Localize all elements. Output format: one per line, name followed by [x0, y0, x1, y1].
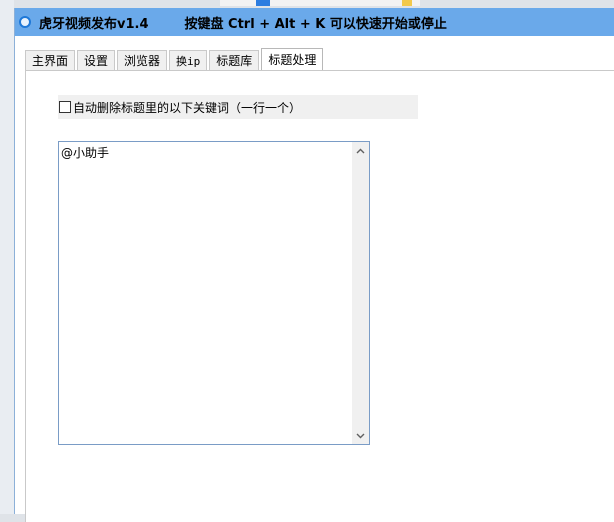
chevron-down-icon[interactable]	[352, 427, 369, 444]
background-desktop	[0, 0, 14, 514]
chevron-up-icon[interactable]	[352, 142, 369, 159]
tab-title-processing[interactable]: 标题处理	[261, 48, 324, 70]
auto-delete-label[interactable]: 自动删除标题里的以下关键词（一行一个）	[73, 99, 301, 116]
tab-main[interactable]: 主界面	[25, 50, 76, 70]
background-selection-marker	[256, 0, 270, 6]
tab-change-ip-label: 换ip	[176, 55, 201, 68]
tab-settings[interactable]: 设置	[77, 50, 116, 70]
tab-strip: 主界面 设置 浏览器 换ip 标题库 标题处理	[25, 48, 325, 70]
window-title: 虎牙视频发布v1.4	[39, 16, 149, 32]
textarea-scrollbar[interactable]	[352, 142, 369, 444]
title-processing-panel: 自动删除标题里的以下关键词（一行一个） @小助手	[25, 70, 614, 522]
app-logo-icon	[19, 16, 31, 28]
hotkey-hint: 按键盘 Ctrl + Alt + K 可以快速开始或停止	[184, 16, 447, 32]
auto-delete-checkbox[interactable]	[59, 101, 71, 113]
tab-title-library[interactable]: 标题库	[209, 50, 260, 70]
keywords-text[interactable]: @小助手	[61, 144, 109, 161]
keywords-textarea[interactable]: @小助手	[58, 141, 370, 445]
background-folder-icon	[402, 0, 412, 6]
title-bar[interactable]: 虎牙视频发布v1.4 按键盘 Ctrl + Alt + K 可以快速开始或停止	[15, 8, 614, 36]
tab-change-ip[interactable]: 换ip	[169, 50, 208, 70]
tab-browser[interactable]: 浏览器	[117, 50, 168, 70]
auto-delete-option[interactable]: 自动删除标题里的以下关键词（一行一个）	[58, 95, 418, 119]
background-explorer-strip	[220, 0, 420, 6]
app-window: 虎牙视频发布v1.4 按键盘 Ctrl + Alt + K 可以快速开始或停止 …	[14, 8, 614, 522]
